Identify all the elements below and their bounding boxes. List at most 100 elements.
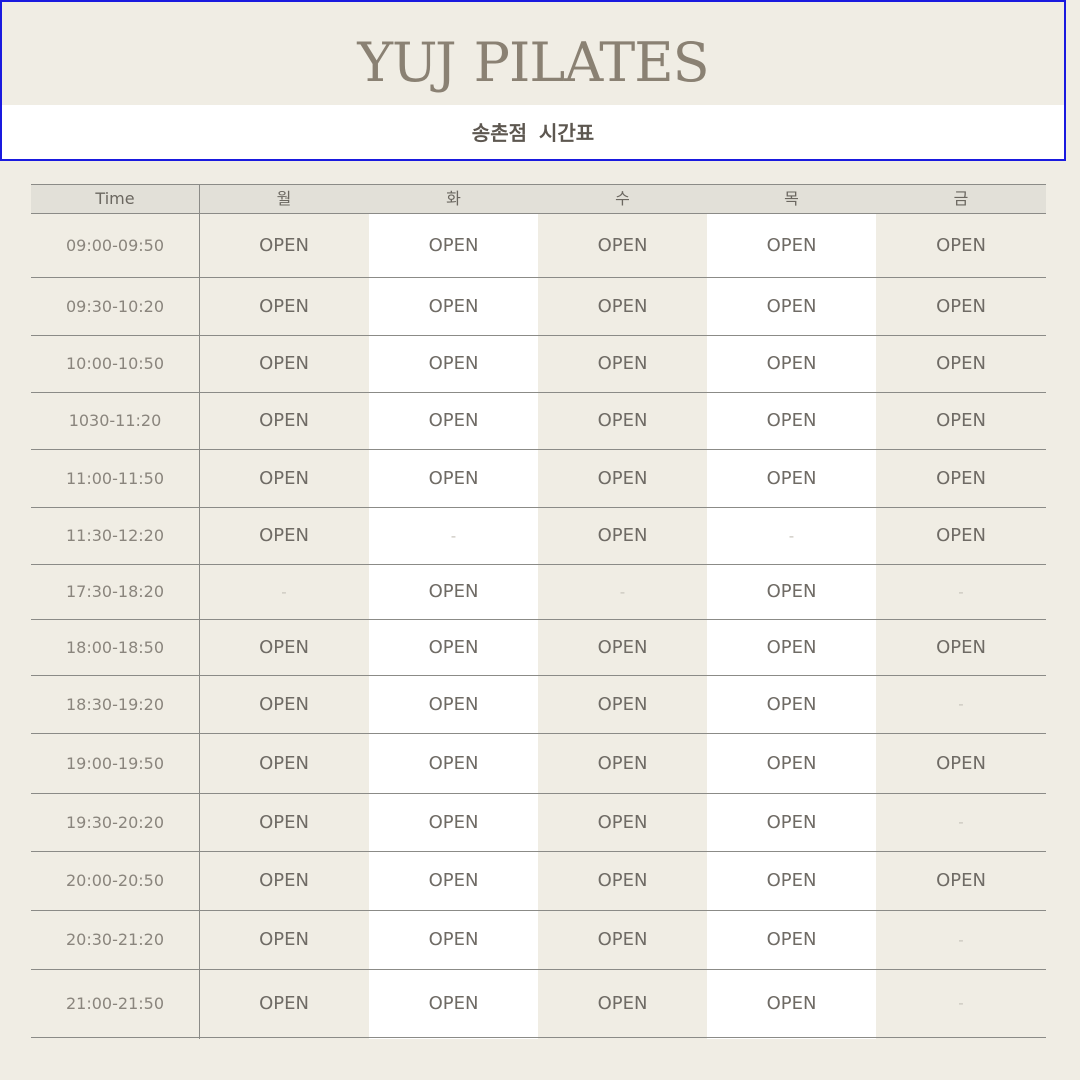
- open-slot-tue[interactable]: OPEN: [369, 392, 538, 449]
- table-row: 09:30-10:20 OPEN OPEN OPEN OPEN OPEN: [31, 277, 1046, 335]
- open-slot-thu[interactable]: OPEN: [707, 619, 876, 675]
- open-slot-fri[interactable]: OPEN: [876, 277, 1046, 335]
- brand-yuj: YUJ: [357, 31, 456, 94]
- schedule-title: 송촌점 시간표: [2, 119, 1064, 147]
- open-slot-mon[interactable]: OPEN: [199, 213, 369, 277]
- open-slot-thu[interactable]: OPEN: [707, 793, 876, 851]
- open-slot-tue[interactable]: OPEN: [369, 910, 538, 969]
- open-slot-tue[interactable]: OPEN: [369, 449, 538, 507]
- time-slot: 18:00-18:50: [66, 637, 164, 657]
- open-slot-tue[interactable]: OPEN: [369, 213, 538, 277]
- open-slot-mon[interactable]: OPEN: [199, 851, 369, 910]
- open-slot-tue[interactable]: OPEN: [369, 619, 538, 675]
- time-slot: 09:00-09:50: [66, 235, 164, 255]
- table-row: 11:30-12:20 OPEN - OPEN - OPEN: [31, 507, 1046, 564]
- open-slot-wed[interactable]: OPEN: [538, 449, 707, 507]
- branch-name: 송촌점: [471, 121, 527, 145]
- subtitle: 시간표: [539, 121, 595, 145]
- row-divider: [31, 1037, 1046, 1038]
- open-slot-fri[interactable]: OPEN: [876, 507, 1046, 564]
- open-slot-mon[interactable]: OPEN: [199, 619, 369, 675]
- open-slot-thu[interactable]: OPEN: [707, 449, 876, 507]
- table-row: 20:30-21:20 OPEN OPEN OPEN OPEN -: [31, 910, 1046, 969]
- header-day-thu: 목: [784, 189, 799, 208]
- table-row: 10:00-10:50 OPEN OPEN OPEN OPEN OPEN: [31, 335, 1046, 392]
- open-slot-fri[interactable]: OPEN: [876, 449, 1046, 507]
- table-row: 19:00-19:50 OPEN OPEN OPEN OPEN OPEN: [31, 733, 1046, 793]
- open-slot-tue[interactable]: OPEN: [369, 733, 538, 793]
- header-day-wed: 수: [615, 189, 630, 208]
- open-slot-tue[interactable]: OPEN: [369, 675, 538, 733]
- header-day-fri: 금: [953, 189, 969, 208]
- row-divider: [31, 184, 1046, 185]
- open-slot-wed[interactable]: OPEN: [538, 733, 707, 793]
- open-slot-tue[interactable]: OPEN: [369, 793, 538, 851]
- open-slot-thu[interactable]: OPEN: [707, 213, 876, 277]
- open-slot-mon[interactable]: OPEN: [199, 675, 369, 733]
- open-slot-mon[interactable]: OPEN: [199, 733, 369, 793]
- time-slot: 19:30-20:20: [66, 812, 164, 832]
- time-slot: 1030-11:20: [68, 411, 162, 430]
- header: YUJ PILATES 송촌점 시간표: [0, 0, 1066, 161]
- open-slot-thu[interactable]: OPEN: [707, 277, 876, 335]
- open-slot-fri[interactable]: OPEN: [876, 733, 1046, 793]
- closed-slot-fri: -: [958, 695, 964, 713]
- open-slot-fri[interactable]: OPEN: [876, 335, 1046, 392]
- open-slot-wed[interactable]: OPEN: [538, 213, 707, 277]
- closed-slot-thu: -: [788, 526, 795, 545]
- open-slot-fri[interactable]: OPEN: [876, 851, 1046, 910]
- open-slot-mon[interactable]: OPEN: [199, 449, 369, 507]
- open-slot-wed[interactable]: OPEN: [538, 969, 707, 1037]
- open-slot-tue[interactable]: OPEN: [369, 277, 538, 335]
- table-row: 11:00-11:50 OPEN OPEN OPEN OPEN OPEN: [31, 449, 1046, 507]
- open-slot-mon[interactable]: OPEN: [199, 507, 369, 564]
- open-slot-wed[interactable]: OPEN: [538, 793, 707, 851]
- open-slot-mon[interactable]: OPEN: [199, 969, 369, 1037]
- open-slot-mon[interactable]: OPEN: [199, 277, 369, 335]
- open-slot-fri[interactable]: OPEN: [876, 619, 1046, 675]
- open-slot-mon[interactable]: OPEN: [199, 910, 369, 969]
- open-slot-wed[interactable]: OPEN: [538, 277, 707, 335]
- open-slot-tue[interactable]: OPEN: [369, 564, 538, 619]
- header-day-tue: 화: [446, 189, 461, 208]
- open-slot-thu[interactable]: OPEN: [707, 335, 876, 392]
- closed-slot-fri: -: [958, 930, 964, 949]
- table-row: 18:30-19:20 OPEN OPEN OPEN OPEN -: [31, 675, 1046, 733]
- open-slot-thu[interactable]: OPEN: [707, 910, 876, 969]
- open-slot-wed[interactable]: OPEN: [538, 910, 707, 969]
- open-slot-wed[interactable]: OPEN: [538, 675, 707, 733]
- header-time: Time: [95, 189, 135, 208]
- time-slot: 11:30-12:20: [66, 526, 164, 545]
- open-slot-fri[interactable]: OPEN: [876, 392, 1046, 449]
- open-slot-thu[interactable]: OPEN: [707, 564, 876, 619]
- open-slot-wed[interactable]: OPEN: [538, 851, 707, 910]
- time-slot: 09:30-10:20: [66, 296, 164, 316]
- table-row: 18:00-18:50 OPEN OPEN OPEN OPEN OPEN: [31, 619, 1046, 675]
- open-slot-mon[interactable]: OPEN: [199, 392, 369, 449]
- open-slot-wed[interactable]: OPEN: [538, 392, 707, 449]
- time-slot: 18:30-19:20: [66, 694, 164, 714]
- open-slot-tue[interactable]: OPEN: [369, 969, 538, 1037]
- closed-slot-mon: -: [281, 582, 287, 601]
- schedule-table: Time 월 화 수 목 금 09:00-09:50 OPEN OPEN OPEN OPEN OPEN…: [31, 184, 1046, 1039]
- open-slot-thu[interactable]: OPEN: [707, 733, 876, 793]
- open-slot-wed[interactable]: OPEN: [538, 619, 707, 675]
- time-slot: 11:00-11:50: [66, 468, 164, 488]
- open-slot-mon[interactable]: OPEN: [199, 335, 369, 392]
- closed-slot-tue: -: [450, 526, 457, 545]
- open-slot-wed[interactable]: OPEN: [538, 335, 707, 392]
- brand-pilates: PILATES: [473, 31, 710, 94]
- open-slot-wed[interactable]: OPEN: [538, 507, 707, 564]
- time-slot: 19:00-19:50: [66, 753, 164, 773]
- open-slot-mon[interactable]: OPEN: [199, 793, 369, 851]
- open-slot-tue[interactable]: OPEN: [369, 335, 538, 392]
- open-slot-fri[interactable]: OPEN: [876, 213, 1046, 277]
- open-slot-tue[interactable]: OPEN: [369, 851, 538, 910]
- open-slot-thu[interactable]: OPEN: [707, 969, 876, 1037]
- open-slot-thu[interactable]: OPEN: [707, 851, 876, 910]
- open-slot-thu[interactable]: OPEN: [707, 675, 876, 733]
- time-slot: 10:00-10:50: [66, 354, 164, 373]
- table-row: 17:30-18:20 - OPEN - OPEN -: [31, 564, 1046, 619]
- time-slot: 20:00-20:50: [66, 871, 164, 890]
- open-slot-thu[interactable]: OPEN: [707, 392, 876, 449]
